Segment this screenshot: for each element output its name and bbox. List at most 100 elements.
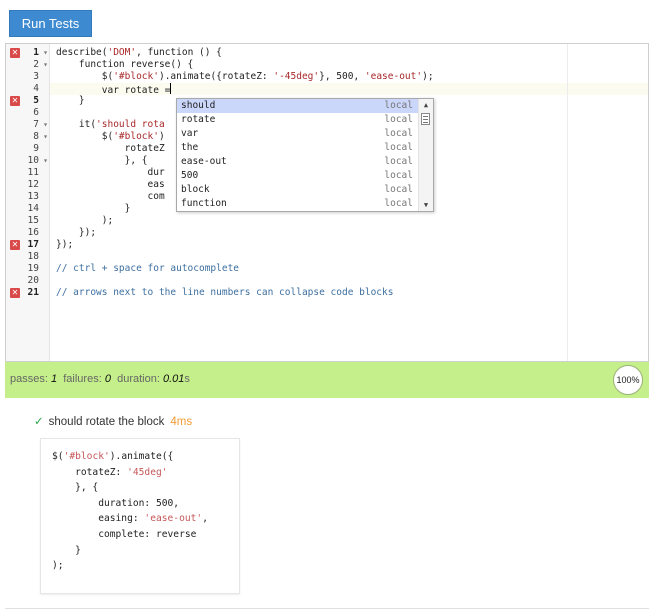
autocomplete-item[interactable]: var local (177, 127, 419, 141)
code-line-15[interactable]: ); (56, 215, 113, 227)
failures-count: 0 (104, 373, 111, 385)
fold-arrow-icon[interactable]: ▾ (43, 131, 48, 143)
line-number: 18 (27, 251, 39, 262)
autocomplete-item[interactable]: should local (177, 99, 419, 113)
scroll-thumb[interactable] (421, 113, 430, 125)
error-marker-icon[interactable]: ✕ (10, 240, 20, 250)
autocomplete-meta: local (384, 170, 413, 181)
code-line-14[interactable]: } (56, 203, 131, 215)
gutter-line-17: ✕ 17 (6, 239, 50, 251)
fold-arrow-icon[interactable]: ▾ (43, 119, 48, 131)
autocomplete-caption: the (181, 142, 199, 153)
fold-arrow-icon[interactable]: ▾ (43, 155, 48, 167)
gutter-line-11: 11 (6, 167, 50, 179)
gutter-line-16: 16 (6, 227, 50, 239)
code-line-13[interactable]: com (56, 191, 165, 203)
autocomplete-meta: local (384, 198, 413, 209)
line-number: 3 (33, 71, 39, 82)
code-line-7[interactable]: it('should rota (56, 119, 165, 131)
gutter-line-3: 3 (6, 71, 50, 83)
code-line-5[interactable]: } (56, 95, 85, 107)
line-number: 10 (27, 155, 39, 166)
test-code: $('#block').animate({ rotateZ: '45deg' }… (52, 451, 208, 572)
pass-check-icon: ✓ (34, 416, 44, 428)
line-number: 6 (33, 107, 39, 118)
gutter-line-12: 12 (6, 179, 50, 191)
autocomplete-caption: block (181, 184, 210, 195)
error-marker-icon[interactable]: ✕ (10, 288, 20, 298)
line-number: 5 (33, 95, 39, 106)
code-line-3[interactable]: $('#block').animate({rotateZ: '-45deg'},… (56, 71, 434, 83)
code-line-21[interactable]: // arrows next to the line numbers can c… (56, 287, 393, 299)
line-number: 15 (27, 215, 39, 226)
autocomplete-caption: function (181, 198, 227, 209)
scroll-up-arrow-icon[interactable]: ▲ (422, 101, 430, 109)
scroll-down-arrow-icon[interactable]: ▼ (422, 201, 430, 209)
code-line-4[interactable]: var rotate = (56, 83, 172, 96)
code-line-9[interactable]: rotateZ (56, 143, 165, 155)
autocomplete-meta: local (384, 114, 413, 125)
code-line-16[interactable]: }); (56, 227, 96, 239)
error-marker-icon[interactable]: ✕ (10, 96, 20, 106)
test-title[interactable]: should rotate the block (49, 416, 165, 428)
fold-arrow-icon[interactable]: ▾ (43, 47, 48, 59)
autocomplete-item[interactable]: 500 local (177, 169, 419, 183)
autocomplete-item[interactable]: ease-out local (177, 155, 419, 169)
code-line-10[interactable]: }, { (56, 155, 148, 167)
test-stats-bar: passes: 1 failures: 0 duration: 0.01s 10… (5, 362, 649, 398)
progress-indicator: 100% (613, 365, 643, 395)
line-number: 19 (27, 263, 39, 274)
autocomplete-item[interactable]: the local (177, 141, 419, 155)
failures-label: failures: (63, 373, 102, 385)
line-number: 9 (33, 143, 39, 154)
autocomplete-item[interactable]: block local (177, 183, 419, 197)
line-number: 16 (27, 227, 39, 238)
editor-gutter: ✕ 1 ▾ 2 ▾ 3 4 ✕ 5 6 7 ▾ 8 ▾ 9 10 ▾ 11 12 13 14 15 16 ✕ 17 18 19 20 ✕… (6, 44, 50, 361)
passes-label: passes: (10, 373, 48, 385)
gutter-line-10: 10 ▾ (6, 155, 50, 167)
gutter-line-5: ✕ 5 (6, 95, 50, 107)
code-line-19[interactable]: // ctrl + space for autocomplete (56, 263, 239, 275)
autocomplete-scrollbar[interactable]: ▲ ▼ (418, 99, 433, 211)
line-number: 12 (27, 179, 39, 190)
line-number: 2 (33, 59, 39, 70)
autocomplete-item[interactable]: function local (177, 197, 419, 211)
autocomplete-meta: local (384, 128, 413, 139)
gutter-line-20: 20 (6, 275, 50, 287)
duration-value: 0.01 (162, 373, 185, 385)
autocomplete-meta: local (384, 142, 413, 153)
line-number: 1 (33, 47, 39, 58)
gutter-line-8: 8 ▾ (6, 131, 50, 143)
autocomplete-item[interactable]: rotate local (177, 113, 419, 127)
gutter-line-6: 6 (6, 107, 50, 119)
error-marker-icon[interactable]: ✕ (10, 48, 20, 58)
autocomplete-caption: ease-out (181, 156, 227, 167)
gutter-line-9: 9 (6, 143, 50, 155)
test-result[interactable]: ✓ should rotate the block 4ms (34, 414, 192, 428)
gutter-line-7: 7 ▾ (6, 119, 50, 131)
code-line-12[interactable]: eas (56, 179, 165, 191)
line-number: 17 (27, 239, 39, 250)
duration-unit: s (184, 373, 190, 385)
gutter-line-21: ✕ 21 (6, 287, 50, 299)
run-tests-button[interactable]: Run Tests (9, 10, 92, 37)
test-code-block: $('#block').animate({ rotateZ: '45deg' }… (40, 438, 240, 594)
code-line-17[interactable]: }); (56, 239, 73, 251)
autocomplete-meta: local (384, 156, 413, 167)
line-number: 7 (33, 119, 39, 130)
code-line-11[interactable]: dur (56, 167, 165, 179)
fold-arrow-icon[interactable]: ▾ (43, 59, 48, 71)
gutter-line-4: 4 (6, 83, 50, 95)
divider (5, 608, 649, 609)
test-stats: passes: 1 failures: 0 duration: 0.01s (10, 373, 190, 385)
code-line-8[interactable]: $('#block') (56, 131, 165, 143)
code-line-2[interactable]: function reverse() { (56, 59, 193, 71)
code-line-1[interactable]: describe('DOM', function () { (56, 47, 222, 59)
gutter-line-18: 18 (6, 251, 50, 263)
line-number: 8 (33, 131, 39, 142)
autocomplete-caption: var (181, 128, 199, 139)
autocomplete-caption: rotate (181, 114, 216, 125)
autocomplete-popup[interactable]: function local block local 500 local ease-out l… (176, 98, 434, 212)
line-number: 13 (27, 191, 39, 202)
autocomplete-caption: should (181, 100, 216, 111)
